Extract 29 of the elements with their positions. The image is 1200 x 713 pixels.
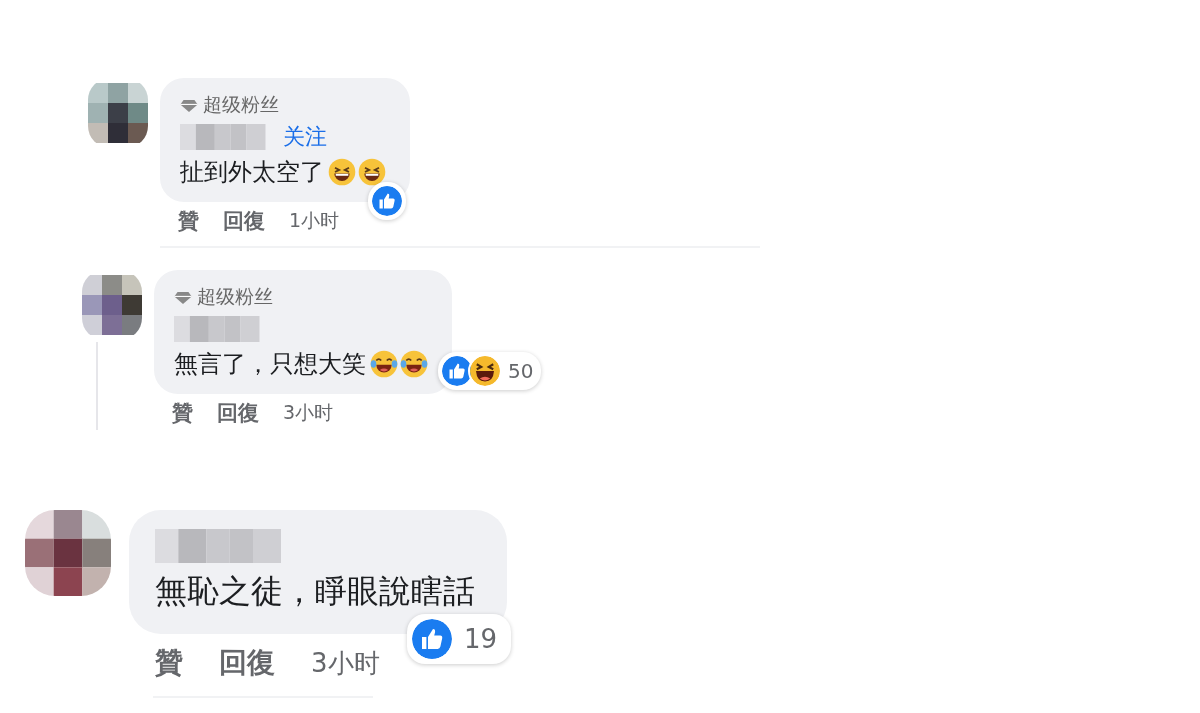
comment-text: 無言了，只想大笑 (174, 349, 366, 380)
action-link[interactable]: 贊 (178, 207, 199, 235)
like-icon (409, 617, 454, 661)
tears-of-joy-emoji-icon (400, 350, 428, 378)
action-link[interactable]: 贊 (172, 399, 193, 427)
grinning-emoji-icon (328, 158, 356, 186)
comment-text: 扯到外太空了 (180, 157, 324, 188)
reaction-summary[interactable] (368, 182, 406, 220)
reaction-count: 50 (508, 359, 534, 383)
fan-label: 超级粉丝 (197, 284, 273, 309)
action-link[interactable]: 回復 (219, 644, 275, 682)
timestamp: 1小时 (289, 208, 340, 233)
laughing-emoji-icon (468, 354, 502, 388)
reaction-summary[interactable]: 50 (438, 352, 542, 390)
action-link[interactable]: 贊 (155, 644, 183, 682)
timestamp: 3小时 (283, 400, 334, 425)
action-link[interactable]: 回復 (223, 207, 265, 235)
diamond-icon (174, 290, 192, 304)
reaction-count: 19 (463, 624, 497, 654)
timestamp: 3小时 (311, 646, 380, 680)
diamond-icon (180, 98, 198, 112)
fan-label: 超级粉丝 (203, 92, 279, 117)
action-link[interactable]: 回復 (217, 399, 259, 427)
like-icon (370, 184, 404, 218)
tears-of-joy-emoji-icon (370, 350, 398, 378)
comment-text: 無恥之徒，睜眼說瞎話 (155, 571, 475, 612)
reaction-summary[interactable]: 19 (406, 614, 511, 664)
grinning-emoji-icon (358, 158, 386, 186)
follow-link[interactable]: 关注 (283, 122, 327, 152)
